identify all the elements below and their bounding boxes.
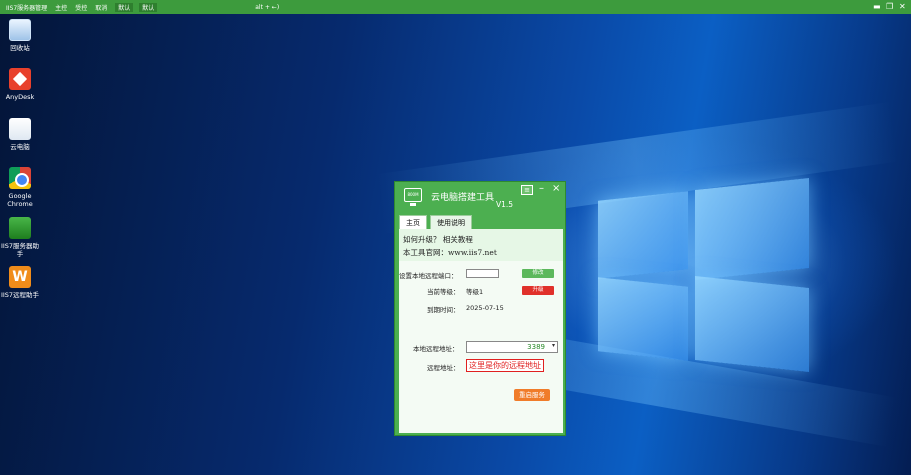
anydesk-icon [9, 68, 31, 90]
chrome-icon [9, 167, 31, 189]
upgrade-button[interactable]: 升级 [522, 286, 554, 295]
windows-logo [598, 178, 813, 372]
tool-tabs: 主页 使用说明 [399, 215, 475, 229]
windows-logo-pane [695, 276, 809, 372]
cloud-pc-icon [9, 118, 31, 140]
website-link[interactable]: 本工具官网：www.iis7.net [403, 246, 559, 259]
desktop-icon-recycle-bin[interactable]: 回收站 [0, 19, 40, 52]
port-label: 设置本地远程端口： [399, 272, 458, 280]
tool-content: 如何升级？ 相关教程 本工具官网：www.iis7.net 设置本地远程端口： … [399, 229, 563, 433]
info-panel: 如何升级？ 相关教程 本工具官网：www.iis7.net [399, 229, 563, 261]
windows-logo-pane [598, 277, 688, 361]
desktop-icon-iis7-remote-helper[interactable]: W IIS7远程助手 [0, 266, 40, 299]
desktop-icon-label: 云电脑 [10, 143, 30, 151]
monitor-logo-icon: 800M [404, 188, 422, 206]
port-input[interactable] [466, 269, 499, 278]
tool-version: V1.5 [496, 200, 514, 209]
toolbar-item-controlled[interactable]: 受控 [75, 3, 87, 12]
restore-icon[interactable]: ❐ [886, 2, 893, 11]
remote-address-hint: 这里是你的远程地址 [466, 359, 544, 372]
minimize-icon[interactable]: ▬ [873, 2, 881, 11]
local-address-select[interactable]: 3389 ▾ [466, 341, 558, 353]
upgrade-help-link[interactable]: 如何升级？ 相关教程 [403, 233, 559, 246]
close-icon[interactable]: ✕ [899, 2, 906, 11]
iis7-server-helper-icon [9, 217, 31, 239]
desktop-icon-anydesk[interactable]: AnyDesk [0, 68, 40, 101]
tool-title: 云电脑搭建工具 [431, 193, 495, 203]
toolbar-default-button-1[interactable]: 默认 [115, 2, 134, 12]
toolbar-item-master[interactable]: 主控 [55, 3, 67, 12]
desktop-icon-iis7-server-helper[interactable]: IIS7服务器助手 [0, 217, 40, 258]
desktop-icon-cloud-pc[interactable]: 云电脑 [0, 118, 40, 151]
desktop-icon-label: 回收站 [10, 44, 30, 52]
iis7-remote-helper-icon: W [9, 266, 31, 288]
windows-logo-pane [695, 178, 809, 280]
remote-address-label: 远程地址： [427, 364, 460, 372]
toolbar-app-title: IIS7服务器管理 [6, 4, 48, 12]
desktop-icon-label: IIS7远程助手 [0, 291, 40, 299]
expiry-value: 2025-07-15 [466, 304, 504, 312]
tool-titlebar[interactable]: 800M 云电脑搭建工具 V1.5 ≡ – × [395, 182, 565, 212]
modify-button[interactable]: 修改 [522, 269, 554, 278]
windows-logo-pane [598, 191, 688, 279]
minimize-icon[interactable]: – [539, 183, 544, 194]
local-address-label: 本地远程地址： [413, 345, 459, 353]
level-value: 等级1 [466, 288, 484, 296]
menu-icon[interactable]: ≡ [521, 185, 533, 195]
desktop-icon-label: AnyDesk [5, 93, 35, 101]
desktop-icon-label: Google Chrome [7, 192, 33, 208]
remote-control-toolbar: IIS7服务器管理 主控 受控 取消 默认 默认 alt + ←) ▬ ❐ ✕ [0, 0, 911, 14]
desktop-icon-label: IIS7服务器助手 [0, 242, 40, 258]
toolbar-hotkey-hint: alt + ←) [255, 3, 280, 11]
chevron-down-icon[interactable]: ▾ [552, 342, 555, 349]
cloud-pc-tool-window: 800M 云电脑搭建工具 V1.5 ≡ – × 主页 使用说明 如何升级？ 相关… [394, 181, 566, 436]
close-icon[interactable]: × [552, 183, 560, 194]
restart-service-button[interactable]: 重启服务 [514, 389, 550, 401]
tab-instructions[interactable]: 使用说明 [430, 215, 472, 229]
recycle-bin-icon [9, 19, 31, 41]
tab-home[interactable]: 主页 [399, 215, 427, 229]
expiry-label: 到期时间： [427, 306, 460, 314]
toolbar-item-cancel[interactable]: 取消 [95, 3, 107, 12]
desktop-icon-chrome[interactable]: Google Chrome [0, 167, 40, 208]
level-label: 当前等级： [427, 288, 460, 296]
local-address-value: 3389 [527, 343, 545, 351]
toolbar-default-button-2[interactable]: 默认 [139, 2, 158, 12]
